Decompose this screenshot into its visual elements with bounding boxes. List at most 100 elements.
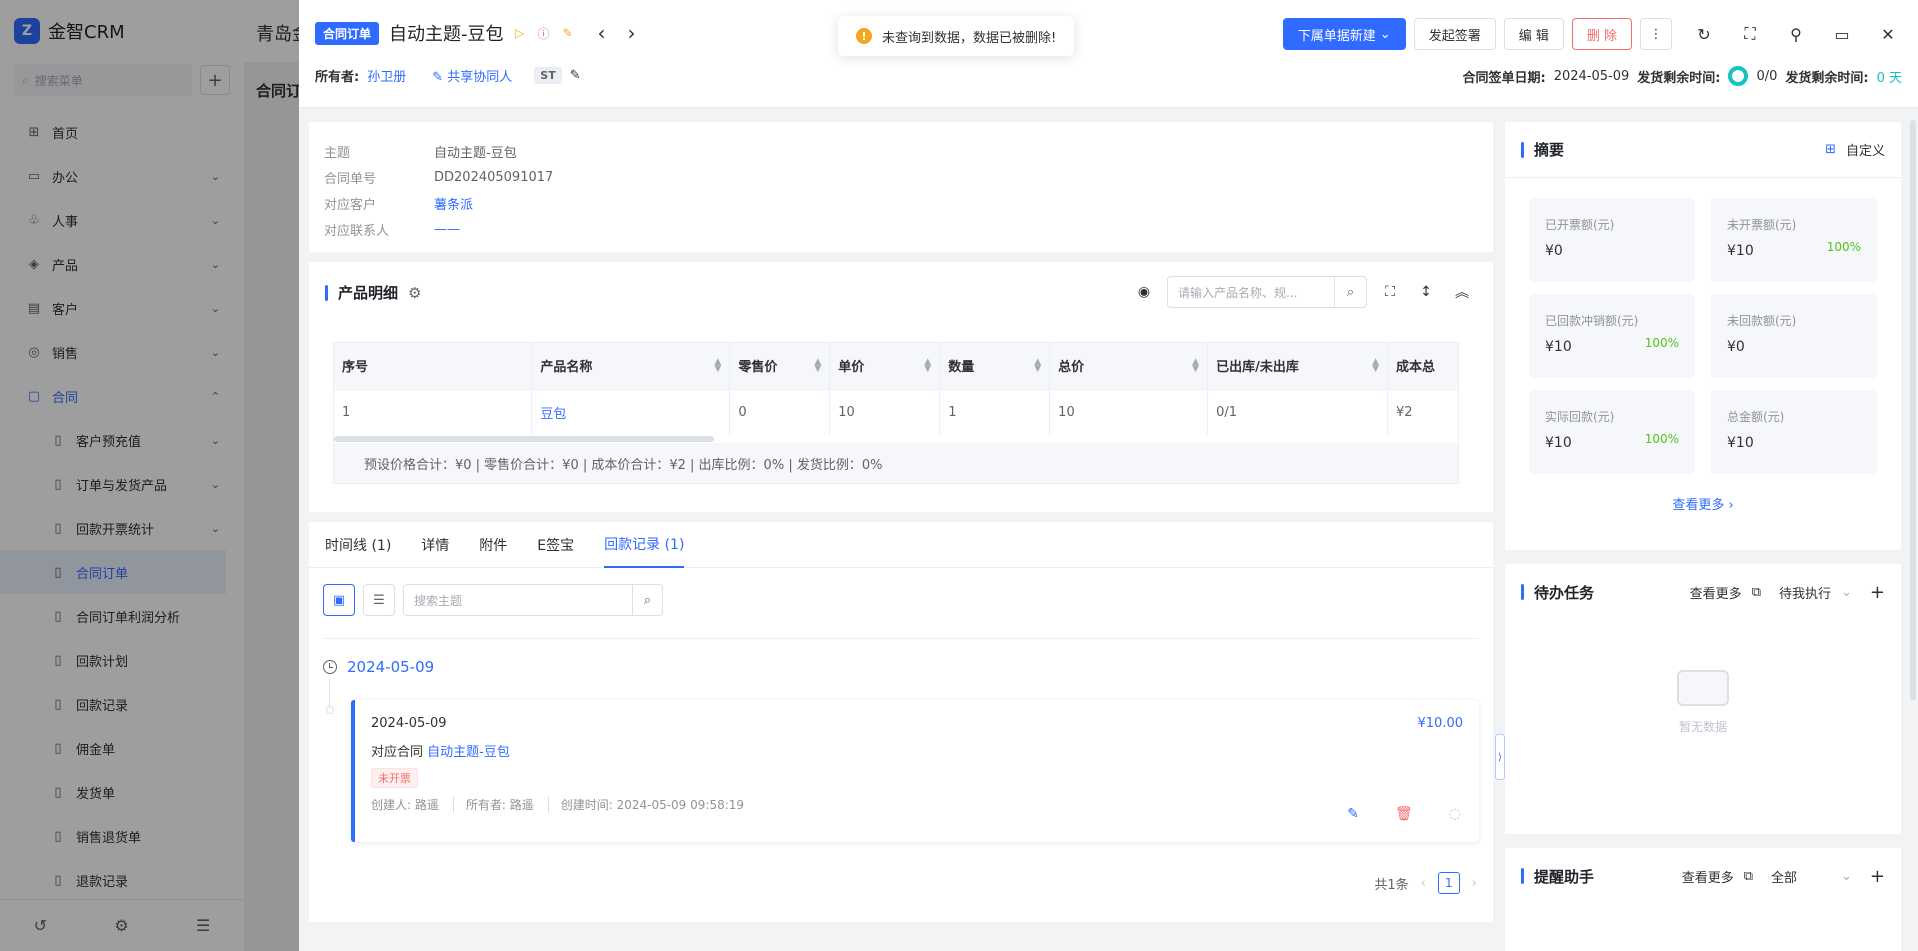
start-sign-button[interactable]: 发起签署 — [1413, 18, 1496, 50]
payment-record-card[interactable]: 2024-05-09 ¥10.00 对应合同 自动主题-豆包 未开票 创建人: … — [351, 700, 1479, 842]
scrollbar-thumb[interactable] — [334, 436, 714, 442]
fullscreen-icon[interactable]: ⛶ — [1736, 20, 1764, 48]
reminder-filter-select[interactable]: 全部 — [1771, 867, 1831, 886]
column-header-label: 零售价 — [738, 360, 778, 376]
sort-icon[interactable]: ▲ ▼ — [1372, 358, 1379, 374]
reminder-see-more-link[interactable]: 查看更多 — [1682, 867, 1734, 886]
record-search-placeholder: 搜索主题 — [414, 593, 463, 608]
column-header-label: 产品名称 — [540, 360, 593, 376]
owner-name-link[interactable]: 孙卫册 — [367, 66, 406, 85]
stat-card: 已回款冲销额(元) ¥10 100% — [1529, 294, 1695, 378]
note-icon[interactable]: ✎ — [560, 25, 576, 41]
sort-icon[interactable]: ▲ ▼ — [1034, 358, 1041, 374]
column-header[interactable]: 总价 ▲ ▼ — [1049, 343, 1209, 390]
empty-state: 暂无数据 — [1505, 670, 1901, 735]
external-link-icon[interactable]: ⧉ — [1752, 585, 1761, 600]
edit-tag-icon[interactable]: ✎ — [570, 68, 581, 83]
collapse-up-icon[interactable]: ︽ — [1449, 279, 1475, 305]
sort-icon[interactable]: ▲ ▼ — [714, 358, 721, 374]
new-sub-label: 下属单据新建 — [1297, 28, 1376, 44]
sort-icon[interactable]: ▲ ▼ — [1192, 358, 1199, 374]
table-cell[interactable]: 豆包 — [531, 389, 731, 435]
comment-icon[interactable]: ◌ — [1449, 806, 1461, 822]
sort-icon[interactable]: ▲ ▼ — [924, 358, 931, 374]
stat-percent: 100% — [1644, 336, 1679, 350]
todo-see-more-link[interactable]: 查看更多 — [1690, 583, 1742, 602]
next-record-icon[interactable]: › — [628, 21, 636, 45]
alert-icon[interactable]: ⓘ — [536, 25, 552, 41]
field-value[interactable]: —— — [434, 222, 460, 237]
tab[interactable]: 时间线 (1) — [325, 535, 391, 555]
divider — [323, 638, 1479, 639]
prev-record-icon[interactable]: ‹ — [598, 21, 606, 45]
customize-button[interactable]: ⊞ 自定义 — [1825, 140, 1885, 159]
timeline-line — [329, 678, 330, 708]
play-icon[interactable]: ▷ — [512, 25, 528, 41]
todo-panel: 待办任务 查看更多 ⧉ 待我执行 ⌄ + 暂无数据 — [1505, 564, 1901, 834]
timeline-view-icon[interactable]: ▣ — [323, 584, 355, 616]
column-header[interactable]: 产品名称 ▲ ▼ — [531, 343, 731, 390]
table-cell: 1 — [334, 389, 533, 435]
link-icon[interactable]: ⚲ — [1782, 20, 1810, 48]
expand-icon[interactable]: ⛶ — [1377, 279, 1403, 305]
contract-link[interactable]: 自动主题-豆包 — [427, 745, 510, 760]
record-meta: 创建人: 路遥 所有者: 路遥 创建时间: 2024-05-09 09:58:1… — [371, 796, 1463, 813]
list-view-icon[interactable]: ☰ — [363, 584, 395, 616]
records-panel: 时间线 (1) 详情 附件 E签宝 回款记录 (1) ▣ ☰ 搜索主题 ⌕ 2024-0… — [309, 522, 1493, 922]
prev-page-icon[interactable]: ‹ — [1421, 876, 1426, 891]
horizontal-scrollbar[interactable] — [334, 435, 1458, 443]
column-header[interactable]: 成本总 — [1387, 343, 1458, 390]
external-link-icon[interactable]: ⧉ — [1744, 869, 1753, 884]
new-sub-document-button[interactable]: 下属单据新建 ⌄ — [1282, 18, 1406, 50]
vertical-scrollbar[interactable] — [1910, 120, 1916, 700]
add-todo-icon[interactable]: + — [1870, 582, 1885, 603]
edit-icon[interactable]: ✎ — [1347, 806, 1359, 822]
summary-see-more-link[interactable]: 查看更多 › — [1505, 494, 1901, 513]
table-cell: 1 — [939, 389, 1051, 435]
edit-button[interactable]: 编 辑 — [1503, 18, 1564, 50]
refresh-icon[interactable]: ↻ — [1690, 20, 1718, 48]
dock-icon[interactable]: ▭ — [1828, 20, 1856, 48]
progress-ring-icon — [1728, 66, 1749, 86]
page-number-button[interactable]: 1 — [1437, 872, 1460, 894]
field-value[interactable]: 薯条派 — [434, 194, 473, 213]
status-badge: 未开票 — [371, 768, 418, 788]
search-icon[interactable]: ⌕ — [632, 585, 662, 615]
stat-label: 未开票额(元) — [1727, 218, 1797, 232]
sort-icon[interactable]: ▲ ▼ — [814, 358, 821, 374]
stat-card: 实际回款(元) ¥10 100% — [1529, 390, 1695, 474]
trash-icon[interactable]: 🗑 — [1395, 806, 1413, 822]
column-header[interactable]: 单价 ▲ ▼ — [829, 343, 941, 390]
record-search-input[interactable]: 搜索主题 ⌕ — [403, 584, 663, 616]
share-collaborators-link[interactable]: ✎ 共享协同人 — [432, 66, 512, 85]
delete-button[interactable]: 删 除 — [1571, 18, 1632, 50]
field-label: 合同单号 — [324, 171, 377, 187]
column-header[interactable]: 已出库/未出库 ▲ ▼ — [1207, 343, 1388, 390]
tab[interactable]: 附件 — [479, 535, 507, 555]
height-adjust-icon[interactable]: ↕ — [1413, 279, 1439, 305]
tab[interactable]: 详情 — [421, 535, 449, 555]
close-icon[interactable]: ✕ — [1874, 20, 1902, 48]
table-row: 1 豆包 0 10 1 10 0/1 ¥2 — [334, 389, 1458, 435]
fold-sidebar-handle[interactable]: ⟩ — [1495, 734, 1505, 780]
tab[interactable]: E签宝 — [537, 535, 574, 555]
stat-card: 未开票额(元) ¥10 100% — [1711, 198, 1877, 282]
column-header[interactable]: 序号 — [334, 343, 533, 390]
more-options-icon[interactable]: ⋮ — [1640, 18, 1672, 50]
tab[interactable]: 回款记录 (1) — [604, 522, 685, 568]
next-page-icon[interactable]: › — [1472, 876, 1477, 891]
search-icon[interactable]: ⌕ — [1334, 277, 1366, 307]
todo-filter-select[interactable]: 待我执行 — [1779, 583, 1831, 602]
table-cell: 0/1 — [1207, 389, 1388, 435]
help-icon[interactable]: ◉ — [1131, 279, 1157, 305]
section-marker — [1521, 584, 1524, 600]
see-more-label: 查看更多 — [1672, 498, 1725, 513]
gear-icon[interactable]: ⚙ — [408, 284, 421, 302]
product-search-input[interactable]: 请输入产品名称、规... ⌕ — [1167, 276, 1367, 308]
add-reminder-icon[interactable]: + — [1870, 866, 1885, 887]
column-header[interactable]: 数量 ▲ ▼ — [939, 343, 1051, 390]
column-header[interactable]: 零售价 ▲ ▼ — [729, 343, 831, 390]
column-header-label: 总价 — [1058, 360, 1085, 376]
chevron-right-icon: › — [1728, 498, 1734, 513]
info-field: 主题 自动主题-豆包 — [324, 138, 1478, 164]
